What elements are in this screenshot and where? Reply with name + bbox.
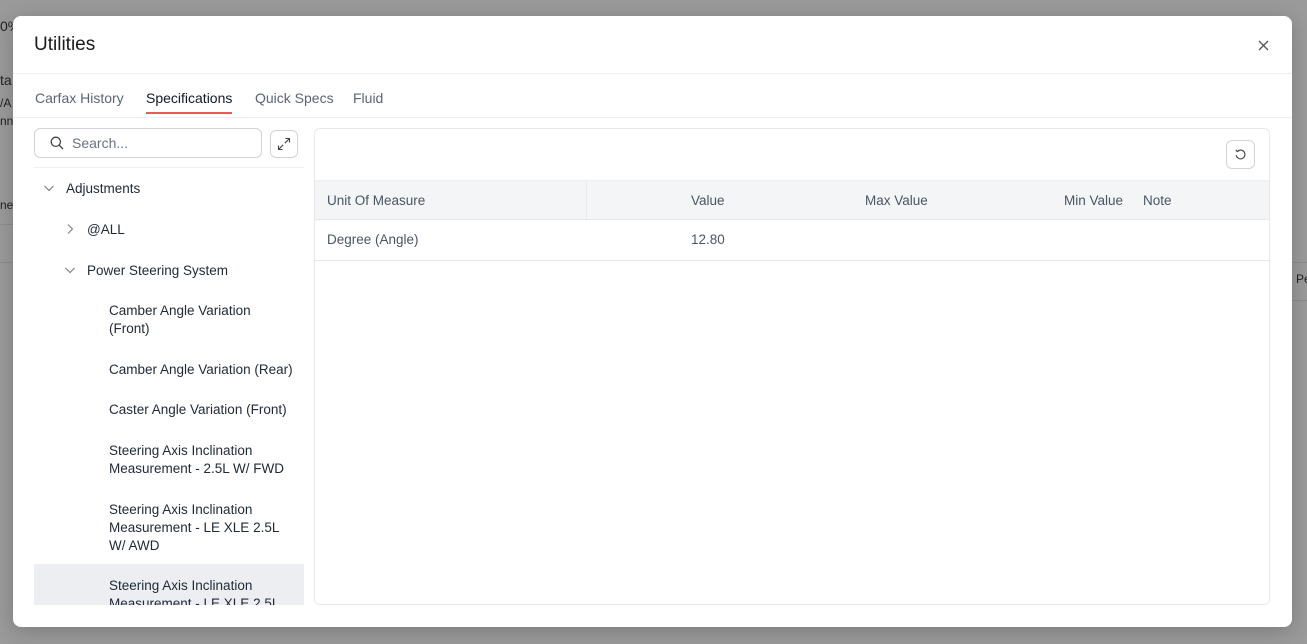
table-cell-value: 12.80 xyxy=(691,232,725,247)
utilities-modal: Utilities Carfax History Specifications … xyxy=(13,16,1292,627)
background-divider xyxy=(1292,262,1307,263)
reset-button[interactable] xyxy=(1226,140,1255,169)
background-divider xyxy=(0,224,13,225)
search-field[interactable] xyxy=(34,128,262,158)
chevron-right-icon xyxy=(67,224,74,234)
tree-leaf[interactable]: Camber Angle Variation (Front) xyxy=(34,302,304,340)
tab-specifications[interactable]: Specifications xyxy=(146,90,233,114)
column-header-value[interactable]: Value xyxy=(691,193,725,208)
tree-node-label: Adjustments xyxy=(66,181,141,196)
tree-node-label: Steering Axis Inclination Measurement - … xyxy=(109,578,280,605)
column-header-note[interactable]: Note xyxy=(1143,193,1172,208)
background-divider xyxy=(1292,300,1307,301)
search-icon xyxy=(50,136,64,150)
tab-bar: Carfax History Specifications Quick Spec… xyxy=(13,74,1292,118)
background-text: Pe xyxy=(1296,272,1307,286)
modal-title: Utilities xyxy=(34,34,96,55)
tree-node-adjustments[interactable]: Adjustments xyxy=(34,180,304,200)
background-text: nn xyxy=(0,114,14,128)
column-header-max-value[interactable]: Max Value xyxy=(865,193,928,208)
spec-tree: Adjustments @ALL Power Steering System C… xyxy=(34,167,304,605)
table-header: Unit Of Measure Value Max Value Min Valu… xyxy=(315,180,1269,221)
tree-leaf[interactable]: Caster Angle Variation (Front) xyxy=(34,401,304,421)
tab-carfax-history[interactable]: Carfax History xyxy=(35,90,124,114)
tree-node-label: @ALL xyxy=(87,222,125,237)
tree-leaf[interactable]: Steering Axis Inclination Measurement - … xyxy=(34,501,304,557)
reset-icon xyxy=(1235,149,1246,160)
expand-button[interactable] xyxy=(270,130,298,158)
tab-fluid[interactable]: Fluid xyxy=(353,90,383,114)
tree-node-all[interactable]: @ALL xyxy=(34,221,304,241)
table-cell-unit: Degree (Angle) xyxy=(327,232,419,247)
tree-node-label: Camber Angle Variation (Rear) xyxy=(109,362,293,377)
background-text: ta xyxy=(0,72,12,88)
tree-leaf[interactable]: Steering Axis Inclination Measurement - … xyxy=(34,442,304,480)
tree-node-label: Steering Axis Inclination Measurement - … xyxy=(109,502,279,553)
column-divider xyxy=(586,181,587,221)
tree-node-label: Steering Axis Inclination Measurement - … xyxy=(109,443,285,476)
background-text: ne xyxy=(0,198,14,212)
tree-leaf-selected[interactable]: Steering Axis Inclination Measurement - … xyxy=(34,564,304,605)
tree-node-label: Power Steering System xyxy=(87,263,229,278)
column-header-min-value[interactable]: Min Value xyxy=(1064,193,1123,208)
tree-node-label: Camber Angle Variation (Front) xyxy=(109,303,251,336)
background-text: /A xyxy=(0,96,12,110)
background-divider xyxy=(0,262,13,263)
table-row: Degree (Angle) 12.80 xyxy=(315,220,1269,261)
chevron-down-icon xyxy=(65,267,75,274)
column-header-unit[interactable]: Unit Of Measure xyxy=(327,193,425,208)
close-icon xyxy=(1258,40,1268,50)
spec-table-panel: Unit Of Measure Value Max Value Min Valu… xyxy=(314,128,1270,605)
close-button[interactable] xyxy=(1254,36,1272,54)
tab-quick-specs[interactable]: Quick Specs xyxy=(255,90,334,114)
tree-leaf[interactable]: Camber Angle Variation (Rear) xyxy=(34,361,304,381)
modal-header: Utilities xyxy=(13,16,1292,74)
tree-node-label: Caster Angle Variation (Front) xyxy=(109,402,287,417)
search-input[interactable] xyxy=(72,135,242,151)
tree-node-power-steering-system[interactable]: Power Steering System xyxy=(34,262,304,282)
expand-icon xyxy=(277,137,291,151)
chevron-down-icon xyxy=(44,185,54,192)
